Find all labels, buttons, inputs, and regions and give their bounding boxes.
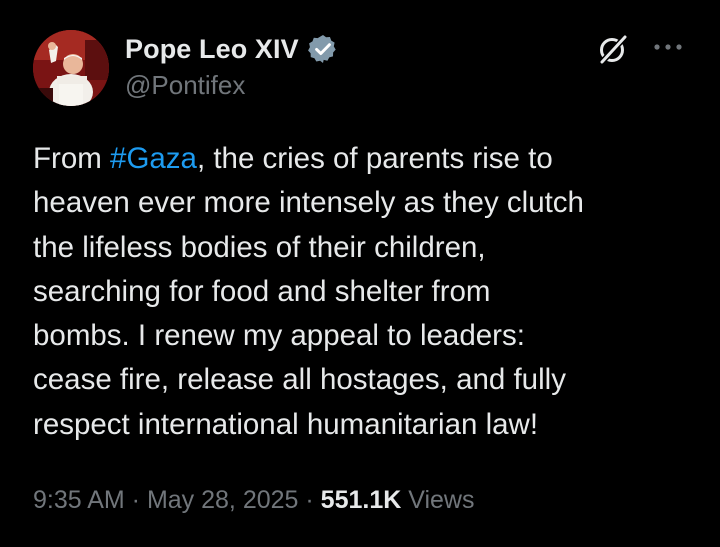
avatar-image bbox=[33, 30, 109, 106]
post-text-rest: , the cries of parents rise to heaven ev… bbox=[33, 142, 584, 441]
post-text-prefix: From bbox=[33, 142, 111, 175]
meta-separator-2: · bbox=[298, 486, 321, 514]
hashtag-link[interactable]: #Gaza bbox=[110, 142, 197, 175]
post-header: Pope Leo XIV @Pontifex bbox=[125, 30, 339, 101]
name-row: Pope Leo XIV bbox=[125, 30, 339, 68]
views-label: Views bbox=[401, 486, 475, 514]
post-text: From #Gaza, the cries of parents rise to… bbox=[33, 137, 693, 447]
post-date[interactable]: May 28, 2025 bbox=[147, 486, 299, 514]
meta-separator: · bbox=[124, 486, 147, 514]
post-time[interactable]: 9:35 AM bbox=[33, 486, 125, 514]
author-display-name[interactable]: Pope Leo XIV bbox=[125, 34, 299, 65]
more-options-icon[interactable] bbox=[652, 37, 684, 57]
author-handle[interactable]: @Pontifex bbox=[125, 70, 339, 101]
verified-badge-icon[interactable] bbox=[307, 33, 339, 65]
views-count[interactable]: 551.1K bbox=[321, 486, 402, 514]
avatar[interactable] bbox=[33, 30, 109, 106]
post-meta: 9:35 AM · May 28, 2025 · 551.1K Views bbox=[33, 486, 474, 515]
grok-icon[interactable] bbox=[596, 32, 630, 66]
tweet: Pope Leo XIV @Pontifex From #Gaza, the c… bbox=[0, 0, 720, 547]
